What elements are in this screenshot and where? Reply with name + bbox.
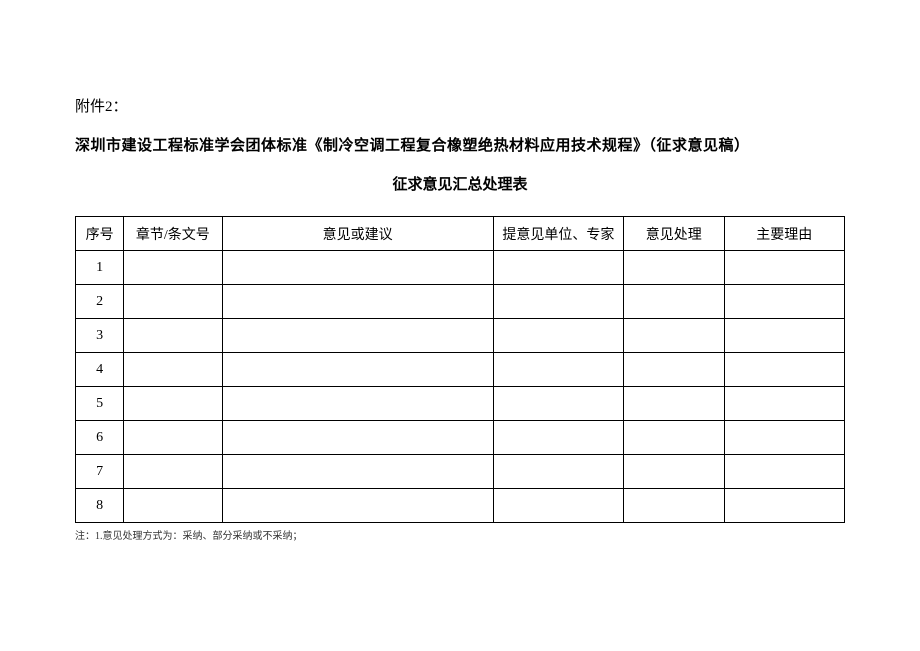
cell-process — [624, 285, 724, 319]
cell-reason — [724, 421, 845, 455]
cell-process — [624, 387, 724, 421]
cell-suggestion — [222, 353, 493, 387]
cell-chapter — [124, 353, 222, 387]
cell-process — [624, 251, 724, 285]
cell-suggestion — [222, 421, 493, 455]
cell-seq: 3 — [76, 319, 124, 353]
table-row: 3 — [76, 319, 845, 353]
table-row: 4 — [76, 353, 845, 387]
cell-suggestion — [222, 387, 493, 421]
cell-suggestion — [222, 489, 493, 523]
header-unit: 提意见单位、专家 — [493, 217, 624, 251]
cell-suggestion — [222, 285, 493, 319]
header-process: 意见处理 — [624, 217, 724, 251]
cell-chapter — [124, 319, 222, 353]
cell-seq: 1 — [76, 251, 124, 285]
sub-title: 征求意见汇总处理表 — [75, 173, 845, 194]
table-row: 7 — [76, 455, 845, 489]
cell-seq: 2 — [76, 285, 124, 319]
header-suggestion: 意见或建议 — [222, 217, 493, 251]
cell-chapter — [124, 489, 222, 523]
main-title: 深圳市建设工程标准学会团体标准《制冷空调工程复合橡塑绝热材料应用技术规程》（征求… — [75, 134, 845, 155]
cell-seq: 6 — [76, 421, 124, 455]
table-row: 6 — [76, 421, 845, 455]
table-header-row: 序号 章节/条文号 意见或建议 提意见单位、专家 意见处理 主要理由 — [76, 217, 845, 251]
table-row: 5 — [76, 387, 845, 421]
cell-reason — [724, 251, 845, 285]
cell-reason — [724, 455, 845, 489]
header-chapter: 章节/条文号 — [124, 217, 222, 251]
cell-unit — [493, 319, 624, 353]
cell-unit — [493, 353, 624, 387]
cell-unit — [493, 251, 624, 285]
cell-reason — [724, 285, 845, 319]
footnote: 注：1.意见处理方式为：采纳、部分采纳或不采纳； — [75, 527, 845, 542]
cell-unit — [493, 455, 624, 489]
cell-process — [624, 489, 724, 523]
table-row: 1 — [76, 251, 845, 285]
cell-chapter — [124, 455, 222, 489]
table-row: 8 — [76, 489, 845, 523]
cell-seq: 4 — [76, 353, 124, 387]
cell-suggestion — [222, 251, 493, 285]
cell-process — [624, 319, 724, 353]
cell-unit — [493, 387, 624, 421]
cell-reason — [724, 387, 845, 421]
cell-reason — [724, 353, 845, 387]
table-row: 2 — [76, 285, 845, 319]
cell-chapter — [124, 285, 222, 319]
table-body: 1 2 3 4 — [76, 251, 845, 523]
attachment-label: 附件2： — [75, 95, 845, 116]
cell-process — [624, 455, 724, 489]
cell-process — [624, 421, 724, 455]
cell-seq: 8 — [76, 489, 124, 523]
header-seq: 序号 — [76, 217, 124, 251]
cell-chapter — [124, 421, 222, 455]
cell-unit — [493, 489, 624, 523]
cell-reason — [724, 489, 845, 523]
cell-suggestion — [222, 455, 493, 489]
feedback-table: 序号 章节/条文号 意见或建议 提意见单位、专家 意见处理 主要理由 1 2 3 — [75, 216, 845, 523]
header-reason: 主要理由 — [724, 217, 845, 251]
cell-process — [624, 353, 724, 387]
cell-unit — [493, 421, 624, 455]
cell-unit — [493, 285, 624, 319]
cell-reason — [724, 319, 845, 353]
cell-chapter — [124, 387, 222, 421]
cell-chapter — [124, 251, 222, 285]
cell-seq: 7 — [76, 455, 124, 489]
cell-suggestion — [222, 319, 493, 353]
cell-seq: 5 — [76, 387, 124, 421]
